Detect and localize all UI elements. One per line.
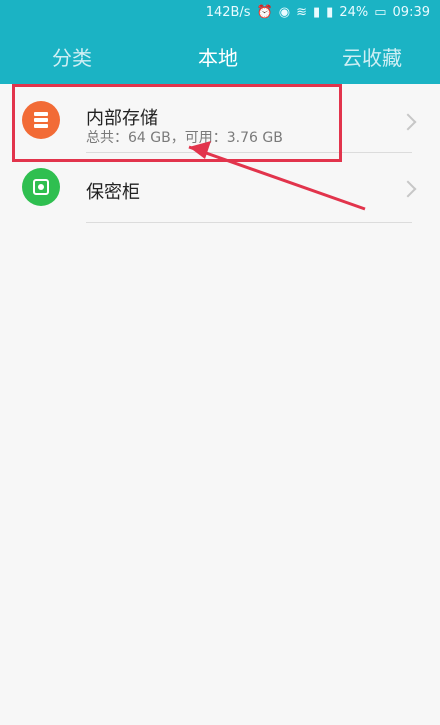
tab-local[interactable]: 本地	[198, 42, 238, 71]
tab-bar: 分类 本地 云收藏	[0, 28, 440, 84]
status-bar: 142B/s ⏰ ◉ ≋ ▮ ▮ 24% ▭ 09:39	[0, 0, 440, 28]
eye-icon: ◉	[278, 5, 291, 20]
alarm-icon: ⏰	[256, 5, 273, 20]
tab-cloud-favorites[interactable]: 云收藏	[342, 42, 402, 71]
internal-storage-subtitle: 总共：64 GB，可用：3.76 GB	[86, 130, 283, 146]
safe-svg	[33, 179, 49, 195]
safe-icon	[22, 168, 60, 206]
battery-percent: 24%	[339, 5, 369, 20]
storage-icon	[22, 101, 60, 139]
app-header: 142B/s ⏰ ◉ ≋ ▮ ▮ 24% ▭ 09:39 分类 本地 云收藏	[0, 0, 440, 84]
signal-icon: ▮	[313, 5, 321, 20]
network-speed: 142B/s	[205, 5, 251, 20]
divider-2	[86, 222, 412, 223]
wifi-icon: ≋	[296, 5, 308, 20]
safe-box-row[interactable]	[0, 150, 440, 230]
storage-svg	[34, 112, 48, 128]
status-right: 142B/s ⏰ ◉ ≋ ▮ ▮ 24% ▭ 09:39	[206, 5, 430, 20]
bottom-bar	[0, 715, 440, 725]
safe-box-title: 保密柜	[86, 182, 140, 203]
battery-icon: ▭	[374, 5, 387, 20]
signal-icon-2: ▮	[326, 5, 334, 20]
clock-time: 09:39	[392, 5, 430, 20]
tab-categories[interactable]: 分类	[52, 42, 92, 71]
